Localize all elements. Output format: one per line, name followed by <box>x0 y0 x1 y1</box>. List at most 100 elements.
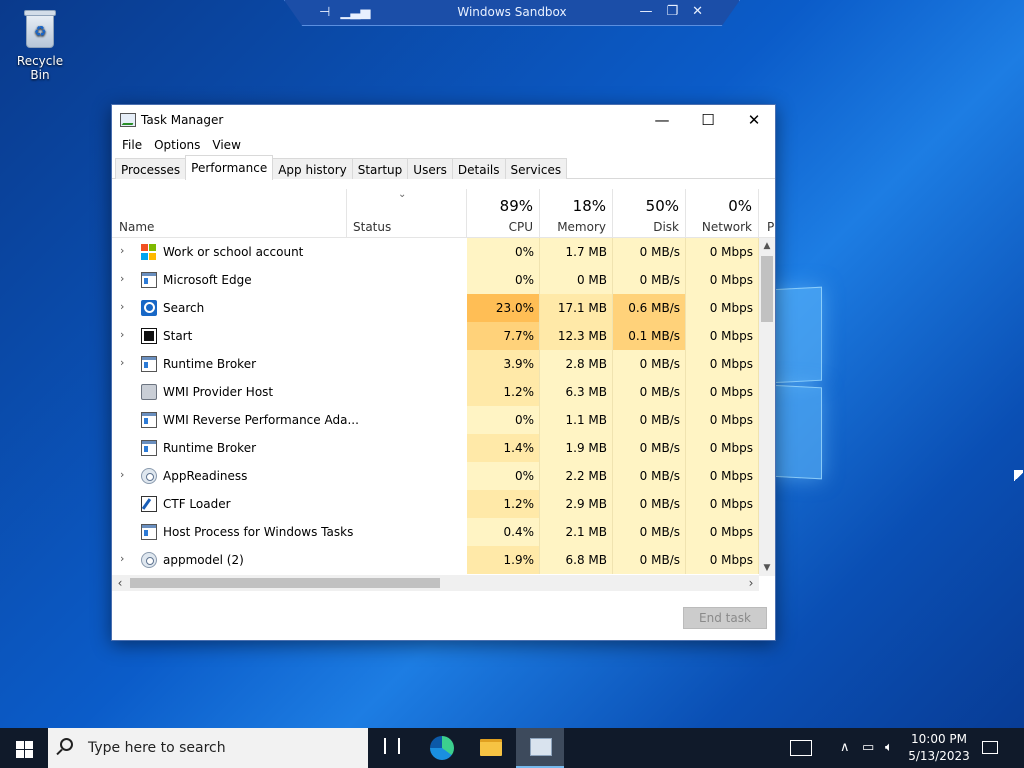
scroll-thumb[interactable] <box>761 256 773 322</box>
column-header-disk[interactable]: 50% Disk <box>613 189 686 238</box>
process-cpu-value: 0% <box>514 273 534 287</box>
process-cpu-value: 0% <box>514 413 534 427</box>
search-icon <box>60 738 73 751</box>
process-row[interactable]: › Start 7.7% 12.3 MB 0.1 MB/s 0 Mbps <box>112 322 775 350</box>
recycle-bin-shortcut[interactable]: ♻ Recycle Bin <box>6 6 74 82</box>
horizontal-scrollbar[interactable]: ‹ › <box>112 575 759 591</box>
task-manager-window: Task Manager — ☐ ✕ File Options View Pro… <box>111 104 776 641</box>
network-icon[interactable]: ▭ <box>862 728 874 768</box>
expand-chevron-icon[interactable]: › <box>120 552 124 565</box>
process-cpu-value: 0% <box>514 245 534 259</box>
start-button[interactable] <box>0 728 48 768</box>
minimize-icon[interactable]: — <box>639 3 652 21</box>
process-row[interactable]: › Microsoft Edge 0% 0 MB 0 MB/s 0 Mbps <box>112 266 775 294</box>
process-cpu-value: 1.2% <box>503 497 535 511</box>
edge-taskbar-button[interactable] <box>418 728 466 768</box>
minimize-button[interactable]: — <box>639 105 685 135</box>
process-network-value: 0 Mbps <box>709 301 753 315</box>
task-view-button[interactable] <box>368 728 416 768</box>
tab-performance[interactable]: Performance <box>185 155 274 180</box>
process-grid: Name ⌄ Status 89% CPU 18% Memory 50% Dis… <box>112 189 775 581</box>
tab-app-history[interactable]: App history <box>272 158 353 179</box>
process-row[interactable]: › AppReadiness 0% 2.2 MB 0 MB/s 0 Mbps <box>112 462 775 490</box>
task-manager-taskbar-button[interactable] <box>516 728 564 768</box>
menu-view[interactable]: View <box>206 135 246 157</box>
taskbar-search-box[interactable]: Type here to search <box>48 728 368 768</box>
tab-processes[interactable]: Processes <box>115 158 187 179</box>
edge-icon <box>430 736 454 760</box>
process-memory-value: 17.1 MB <box>557 301 607 315</box>
process-disk-value: 0.6 MB/s <box>628 301 680 315</box>
process-cpu-value: 23.0% <box>495 301 534 315</box>
column-header-name[interactable]: Name <box>112 189 347 238</box>
tab-users[interactable]: Users <box>407 158 453 179</box>
process-name: Microsoft Edge <box>163 273 252 287</box>
process-row[interactable]: Runtime Broker 1.4% 1.9 MB 0 MB/s 0 Mbps <box>112 434 775 462</box>
recycle-bin-icon: ♻ <box>22 8 58 50</box>
volume-icon[interactable]: 🔈︎ <box>885 728 893 768</box>
scroll-down-arrow-icon[interactable]: ▼ <box>759 560 775 576</box>
title-bar[interactable]: Task Manager — ☐ ✕ <box>112 105 775 135</box>
task-view-icon <box>384 738 400 754</box>
expand-chevron-icon[interactable]: › <box>120 272 124 285</box>
horizontal-scroll-thumb[interactable] <box>130 578 440 588</box>
column-header-power-cut[interactable]: P <box>759 189 775 238</box>
process-disk-value: 0 MB/s <box>639 441 680 455</box>
scroll-left-arrow-icon[interactable]: ‹ <box>112 575 128 591</box>
process-row[interactable]: WMI Provider Host 1.2% 6.3 MB 0 MB/s 0 Mbps <box>112 378 775 406</box>
process-row[interactable]: Host Process for Windows Tasks 0.4% 2.1 MB… <box>112 518 775 546</box>
close-icon[interactable]: ✕ <box>692 3 703 21</box>
process-disk-value: 0 MB/s <box>639 553 680 567</box>
column-header-network[interactable]: 0% Network <box>686 189 759 238</box>
scroll-right-arrow-icon[interactable]: › <box>743 575 759 591</box>
app-window-icon <box>141 440 157 456</box>
news-widget-icon[interactable] <box>790 728 812 768</box>
process-name: Search <box>163 301 205 315</box>
menu-file[interactable]: File <box>116 135 148 157</box>
expand-chevron-icon[interactable]: › <box>120 356 124 369</box>
expand-chevron-icon[interactable]: › <box>120 328 124 341</box>
sandbox-connection-bar: ⊣ ▁▃▅ Windows Sandbox — ❐ ✕ <box>284 0 740 26</box>
process-cpu-value: 0% <box>514 469 534 483</box>
process-memory-value: 1.1 MB <box>565 413 607 427</box>
recycle-bin-label: Recycle Bin <box>16 54 64 82</box>
show-hidden-icons-chevron-icon[interactable]: ∧ <box>840 728 850 768</box>
expand-chevron-icon[interactable]: › <box>120 300 124 313</box>
expand-chevron-icon[interactable]: › <box>120 244 124 257</box>
process-row[interactable]: CTF Loader 1.2% 2.9 MB 0 MB/s 0 Mbps <box>112 490 775 518</box>
process-memory-value: 2.9 MB <box>565 497 607 511</box>
process-network-value: 0 Mbps <box>709 413 753 427</box>
tab-startup[interactable]: Startup <box>351 158 409 179</box>
tab-details[interactable]: Details <box>451 158 506 179</box>
process-row[interactable]: WMI Reverse Performance Ada... 0% 1.1 MB 0 … <box>112 406 775 434</box>
notification-center-icon[interactable] <box>982 728 1002 768</box>
scroll-up-arrow-icon[interactable]: ▲ <box>759 238 775 254</box>
process-name: AppReadiness <box>163 469 248 483</box>
process-disk-value: 0 MB/s <box>639 273 680 287</box>
process-network-value: 0 Mbps <box>709 385 753 399</box>
process-row[interactable]: › Search 23.0% 17.1 MB 0.6 MB/s 0 Mbps <box>112 294 775 322</box>
column-header-cpu[interactable]: 89% CPU <box>467 189 540 238</box>
process-network-value: 0 Mbps <box>709 441 753 455</box>
menu-options[interactable]: Options <box>148 135 206 157</box>
restore-icon[interactable]: ❐ <box>666 3 678 21</box>
tab-services[interactable]: Services <box>504 158 568 179</box>
column-header-memory[interactable]: 18% Memory <box>540 189 613 238</box>
maximize-button[interactable]: ☐ <box>685 105 731 135</box>
process-memory-value: 1.7 MB <box>565 245 607 259</box>
expand-chevron-icon[interactable]: › <box>120 468 124 481</box>
end-task-button[interactable]: End task <box>683 607 767 629</box>
column-header-status[interactable]: Status <box>347 189 467 238</box>
process-row[interactable]: › Work or school account 0% 1.7 MB 0 MB/s 0 M… <box>112 238 775 266</box>
close-button[interactable]: ✕ <box>731 105 777 135</box>
process-cpu-value: 0.4% <box>503 525 535 539</box>
file-explorer-button[interactable] <box>466 728 514 768</box>
process-row[interactable]: › Runtime Broker 3.9% 2.8 MB 0 MB/s 0 Mbps <box>112 350 775 378</box>
process-name: Work or school account <box>163 245 304 259</box>
process-memory-value: 6.8 MB <box>565 553 607 567</box>
process-row[interactable]: › appmodel (2) 1.9% 6.8 MB 0 MB/s 0 Mbps <box>112 546 775 574</box>
process-network-value: 0 Mbps <box>709 469 753 483</box>
vertical-scrollbar[interactable]: ▲ ▼ <box>759 238 775 576</box>
process-name: Host Process for Windows Tasks <box>163 525 354 539</box>
system-clock[interactable]: 10:00 PM 5/13/2023 <box>906 731 972 765</box>
